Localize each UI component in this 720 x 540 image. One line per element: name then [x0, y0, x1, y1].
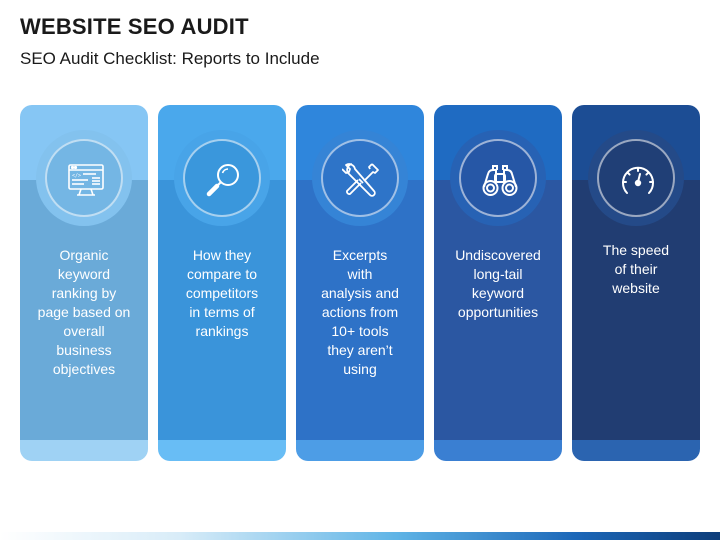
magnifier-icon: [206, 164, 239, 197]
card-text: The speed of their website: [602, 242, 670, 296]
card-text: Organic keyword ranking by page based on…: [37, 247, 131, 377]
icon-ring: [588, 130, 684, 226]
icon-ring: [312, 130, 408, 226]
page-subtitle: SEO Audit Checklist: Reports to Include: [20, 49, 320, 68]
card-text: Excerpts with analysis and actions from …: [321, 247, 399, 377]
card-text: Undiscovered long-tail keyword opportuni…: [455, 247, 541, 320]
card-website-speed: The speed of their website: [572, 105, 700, 461]
card-foot: [572, 440, 700, 461]
icon-ring: [174, 130, 270, 226]
icon-ring: [450, 130, 546, 226]
icon-circle: [597, 139, 675, 217]
card-tool-excerpts: Excerpts with analysis and actions from …: [296, 105, 424, 461]
card-foot: [20, 440, 148, 461]
card-foot: [296, 440, 424, 461]
card-organic-keyword-ranking: </> Organic keyword ranking by page base…: [20, 105, 148, 461]
decorative-bottom-bar: [0, 532, 720, 540]
card-foot: [434, 440, 562, 461]
speedometer-icon: [622, 166, 654, 194]
checklist-cards: </> Organic keyword ranking by page base…: [20, 105, 700, 461]
web-code-report-icon: </>: [68, 164, 104, 196]
card-competitor-comparison: How they compare to competitors in terms…: [158, 105, 286, 461]
icon-circle: [459, 139, 537, 217]
icon-circle: [321, 139, 399, 217]
card-long-tail-keywords: Undiscovered long-tail keyword opportuni…: [434, 105, 562, 461]
icon-circle: [183, 139, 261, 217]
icon-ring: </>: [36, 130, 132, 226]
card-text: How they compare to competitors in terms…: [185, 247, 259, 339]
icon-circle: </>: [45, 139, 123, 217]
page-title: WEBSITE SEO AUDIT: [20, 14, 249, 39]
svg-text:</>: </>: [72, 173, 81, 179]
wrench-screwdriver-icon: [342, 163, 379, 197]
card-foot: [158, 440, 286, 461]
binoculars-icon: [482, 165, 518, 196]
